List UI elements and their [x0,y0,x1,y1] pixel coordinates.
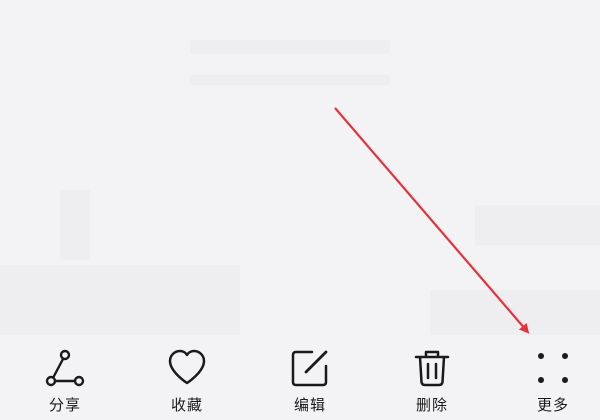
edit-button[interactable]: 编辑 [270,340,350,420]
faded-content [430,290,600,335]
faded-content [60,190,90,260]
edit-icon [288,346,332,390]
share-label: 分享 [48,396,81,414]
edit-label: 编辑 [293,396,326,414]
share-icon [43,346,87,390]
trash-icon [410,346,454,390]
favorite-button[interactable]: 收藏 [147,340,227,420]
faded-content [190,40,390,54]
more-button[interactable]: 更多 [513,340,593,420]
faded-content [475,205,600,245]
bottom-toolbar: 分享 收藏 编辑 删除 更多 [0,340,600,420]
delete-label: 删除 [415,396,448,414]
faded-content [0,265,240,335]
more-dots-icon [531,346,575,390]
delete-button[interactable]: 删除 [392,340,472,420]
share-button[interactable]: 分享 [25,340,105,420]
heart-icon [165,346,209,390]
favorite-label: 收藏 [170,396,203,414]
faded-content [190,75,390,85]
more-label: 更多 [536,396,569,414]
